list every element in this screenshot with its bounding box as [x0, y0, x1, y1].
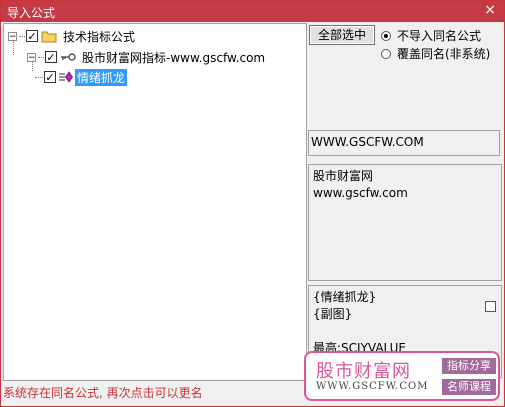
formula-tree[interactable]: − ✓ 技术指标公式 − ✓ 股市财富网指标-www.gscfw.com ✓ 情… [3, 23, 307, 381]
import-formula-dialog: 导入公式 × − ✓ 技术指标公式 − ✓ 股市财富网指标-www.gscfw.… [0, 0, 505, 407]
tree-node-root[interactable]: − ✓ 技术指标公式 [8, 28, 137, 44]
child-checkbox[interactable]: ✓ [45, 51, 57, 63]
window-title: 导入公式 [7, 6, 56, 20]
tree-connector [38, 56, 44, 58]
tree-connector [35, 76, 43, 78]
site-watermark: 股市财富网 WWW.GSCFW.COM 指标分享 名师课程 [304, 351, 500, 401]
description-line: www.gscfw.com [313, 186, 408, 200]
collapse-icon[interactable]: − [27, 52, 36, 62]
code-checkbox[interactable] [485, 301, 496, 312]
leaf-label[interactable]: 情绪抓龙 [75, 68, 128, 86]
watermark-tag: 名师课程 [442, 379, 496, 395]
formula-icon [59, 71, 73, 83]
tree-node-child[interactable]: − ✓ 股市财富网指标-www.gscfw.com [27, 49, 267, 65]
tree-connector [19, 35, 25, 37]
radio-overwrite[interactable]: 覆盖同名(非系统) [381, 45, 490, 62]
leaf-checkbox[interactable]: ✓ [44, 71, 56, 83]
code-line: {副图} [313, 307, 353, 321]
close-icon[interactable]: × [484, 2, 496, 18]
select-all-button[interactable]: 全部选中 [309, 25, 375, 45]
root-label: 技术指标公式 [63, 29, 136, 44]
radio-label: 不导入同名公式 [397, 29, 482, 43]
source-site-field: WWW.GSCFW.COM [308, 130, 500, 156]
watermark-url: WWW.GSCFW.COM [316, 381, 429, 392]
title-bar[interactable]: 导入公式 × [1, 1, 504, 22]
folder-icon [41, 31, 57, 42]
child-label: 股市财富网指标-www.gscfw.com [82, 50, 266, 65]
description-box: 股市财富网 www.gscfw.com [308, 164, 502, 281]
watermark-tag: 指标分享 [442, 358, 496, 374]
watermark-name: 股市财富网 [316, 361, 411, 382]
radio-dot-selected[interactable] [381, 30, 391, 41]
radio-dot[interactable] [381, 48, 391, 59]
status-message: 系统存在同名公式, 再次点击可以更名 [3, 386, 203, 400]
radio-label: 覆盖同名(非系统) [397, 47, 491, 61]
code-line: {情绪抓龙} [313, 290, 377, 304]
key-icon [61, 53, 76, 61]
radio-no-import[interactable]: 不导入同名公式 [381, 27, 481, 44]
description-line: 股市财富网 [313, 169, 374, 183]
root-checkbox[interactable]: ✓ [26, 30, 38, 42]
tree-node-leaf[interactable]: ✓ 情绪抓龙 [35, 68, 128, 86]
collapse-icon[interactable]: − [8, 31, 17, 41]
